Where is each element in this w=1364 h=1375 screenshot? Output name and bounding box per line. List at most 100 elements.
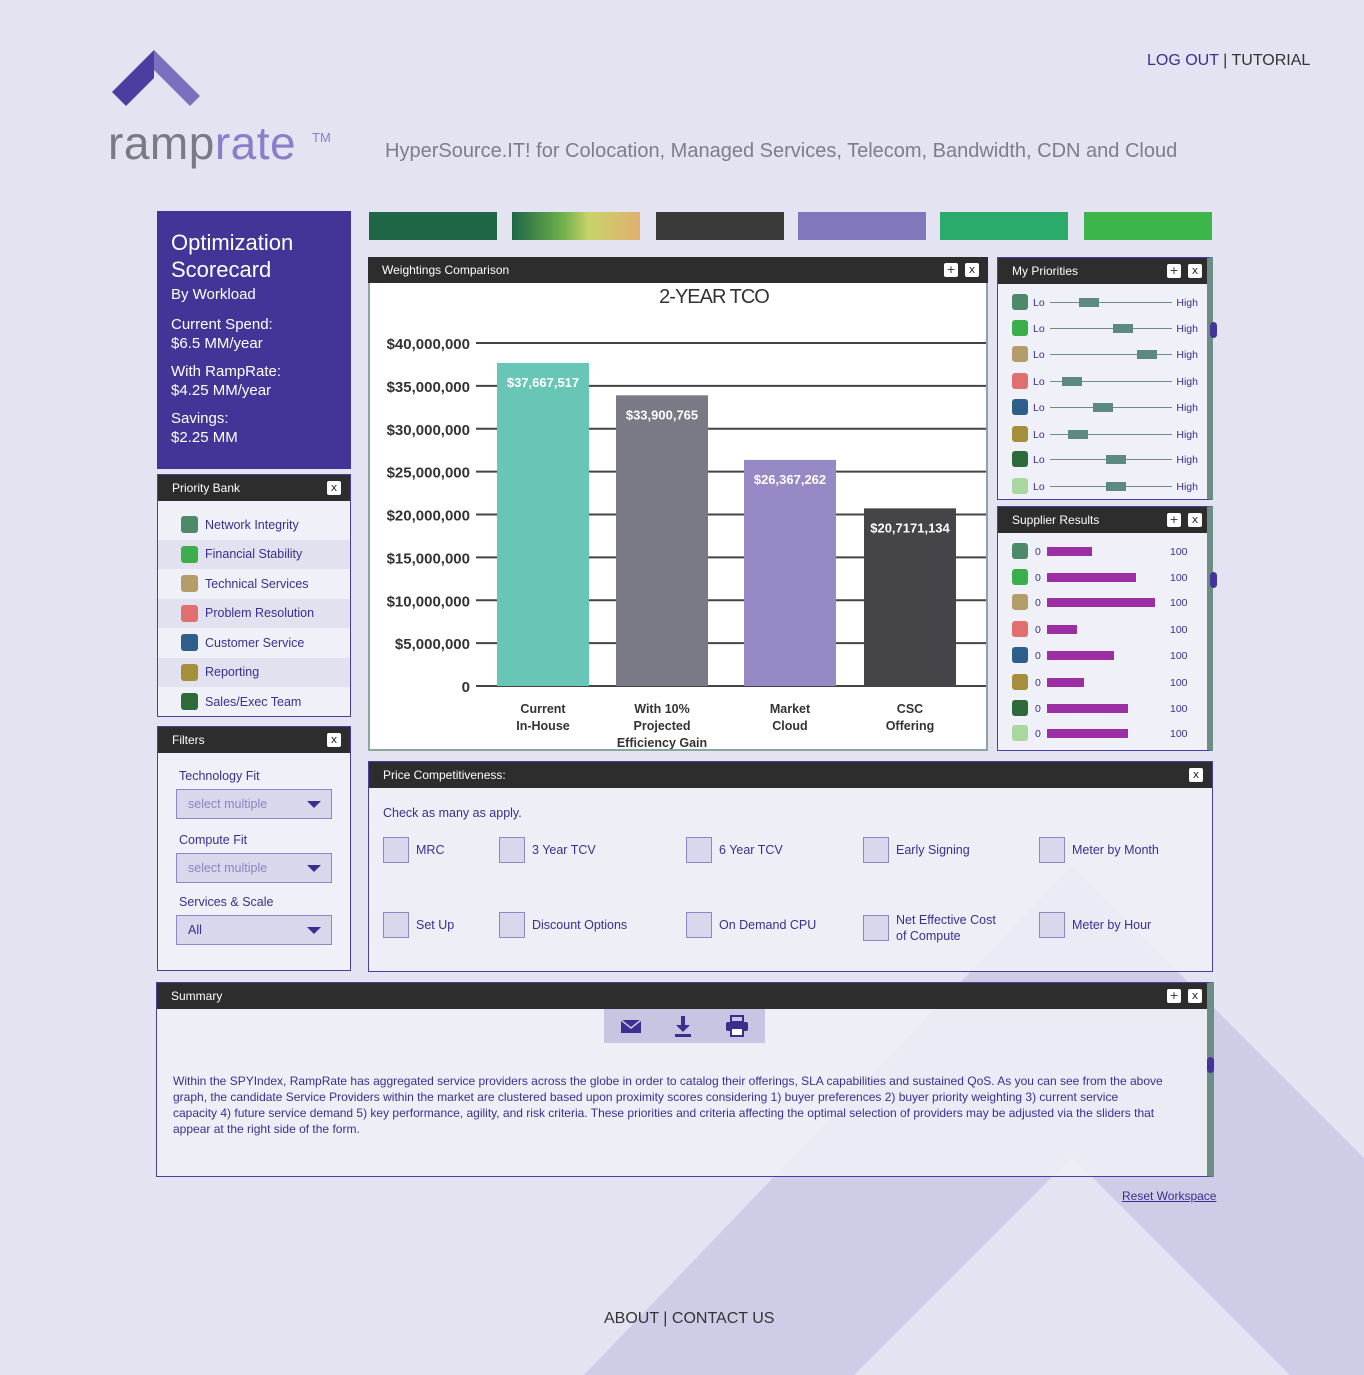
price-option[interactable]: Meter by Month [1039, 837, 1159, 863]
priority-bank-item-label: Sales/Exec Team [205, 694, 302, 709]
priority-slider-row: Lo High [1012, 373, 1202, 391]
bar [497, 363, 589, 686]
checkbox[interactable] [499, 837, 525, 863]
slider-handle[interactable] [1106, 482, 1127, 491]
price-option-label: Early Signing [896, 843, 970, 857]
slider-handle[interactable] [1092, 403, 1113, 412]
slider-handle[interactable] [1106, 455, 1127, 464]
priority-slider-row: Lo High [1012, 451, 1202, 469]
color-tab-2[interactable] [656, 212, 784, 240]
checkbox[interactable] [686, 837, 712, 863]
checkbox[interactable] [1039, 912, 1065, 938]
scorecard-subtitle: By Workload [171, 286, 256, 303]
criteria-icon [1012, 569, 1028, 585]
criteria-icon [1012, 621, 1028, 637]
my-priorities-expand-button[interactable]: + [1167, 264, 1181, 278]
price-option[interactable]: Meter by Hour [1039, 912, 1151, 938]
slider-handle[interactable] [1113, 324, 1134, 333]
contact-link[interactable]: CONTACT US [672, 1310, 775, 1327]
color-tab-4[interactable] [940, 212, 1068, 240]
result-bar [1047, 651, 1114, 660]
slider-handle[interactable] [1136, 350, 1157, 359]
slider-track[interactable] [1050, 302, 1172, 303]
summary-expand-button[interactable]: + [1167, 989, 1181, 1003]
chevron-down-icon [307, 801, 321, 808]
priority-bank-item[interactable]: Problem Resolution [158, 598, 350, 628]
scrollbar-thumb[interactable] [1210, 322, 1217, 338]
price-option[interactable]: Set Up [383, 912, 454, 938]
summary-close-button[interactable]: x [1188, 989, 1202, 1003]
checkbox[interactable] [383, 912, 409, 938]
tutorial-link[interactable]: TUTORIAL [1231, 52, 1310, 69]
checkbox[interactable] [1039, 837, 1065, 863]
price-option-label: 6 Year TCV [719, 843, 783, 857]
priority-bank-item[interactable]: Sales/Exec Team [158, 687, 350, 717]
services-scale-select[interactable]: All [176, 915, 332, 945]
wrench-icon [1012, 346, 1028, 362]
priority-bank-item[interactable]: Technical Services [158, 569, 350, 599]
weightings-expand-button[interactable]: + [944, 263, 958, 277]
email-icon[interactable] [620, 1018, 642, 1034]
price-close-button[interactable]: x [1189, 768, 1203, 782]
price-header: Price Competitiveness: x [369, 762, 1212, 788]
priority-bank-item[interactable]: Network Integrity [158, 510, 350, 540]
criteria-icon [1012, 700, 1028, 716]
compute-fit-value: select multiple [188, 861, 268, 875]
current-spend-value: $6.5 MM/year [171, 335, 263, 352]
priority-bank-title: Priority Bank [172, 481, 241, 495]
color-tab-5[interactable] [1084, 212, 1212, 240]
services-scale-value: All [188, 923, 202, 937]
color-tab-1[interactable] [369, 212, 497, 240]
checkbox[interactable] [863, 915, 889, 941]
color-tab-image[interactable] [512, 212, 640, 240]
print-icon[interactable] [725, 1015, 749, 1037]
y-tick-label: 0 [462, 679, 470, 696]
supplier-results-expand-button[interactable]: + [1167, 513, 1181, 527]
download-icon[interactable] [673, 1015, 693, 1037]
filters-close-button[interactable]: x [327, 733, 341, 747]
slider-handle[interactable] [1068, 430, 1089, 439]
supplier-results-close-button[interactable]: x [1188, 513, 1202, 527]
priority-bank-close-button[interactable]: x [327, 481, 341, 495]
price-option[interactable]: On Demand CPU [686, 912, 816, 938]
checkbox[interactable] [383, 837, 409, 863]
my-priorities-close-button[interactable]: x [1188, 264, 1202, 278]
priority-bank-item[interactable]: Financial Stability [158, 539, 350, 569]
priority-bank-item[interactable]: Reporting [158, 657, 350, 687]
criteria-icon [1012, 647, 1028, 663]
price-option[interactable]: Discount Options [499, 912, 627, 938]
color-tab-3[interactable] [798, 212, 926, 240]
y-tick-label: $5,000,000 [395, 636, 470, 653]
compute-fit-select[interactable]: select multiple [176, 853, 332, 883]
price-option-label: Discount Options [532, 918, 628, 932]
priority-bank-item[interactable]: Customer Service [158, 628, 350, 658]
supplier-results-panel: Supplier Results + x 0 100 0 100 0 100 0 100 0 10… [997, 506, 1217, 751]
price-option[interactable]: MRC [383, 837, 444, 863]
y-tick-label: $25,000,000 [387, 465, 470, 482]
reset-workspace-link[interactable]: Reset Workspace [1122, 1189, 1216, 1203]
price-option[interactable]: Net Effective Cost of Compute [863, 912, 996, 944]
result-min-label: 0 [1035, 677, 1041, 689]
filters-panel: Filters x Technology Fit select multiple… [157, 726, 351, 971]
lifebuoy-icon [181, 604, 198, 622]
checkbox[interactable] [499, 912, 525, 938]
scrollbar-thumb[interactable] [1207, 1057, 1214, 1073]
slider-handle[interactable] [1062, 377, 1083, 386]
scrollbar-thumb[interactable] [1210, 572, 1217, 588]
technology-fit-select[interactable]: select multiple [176, 789, 332, 819]
x-tick-label: Efficiency Gain [617, 736, 707, 749]
price-option[interactable]: 3 Year TCV [499, 837, 596, 863]
slider-track[interactable] [1050, 328, 1172, 329]
slider-hi-label: High [1176, 349, 1198, 361]
slider-handle[interactable] [1078, 298, 1099, 307]
technology-fit-value: select multiple [188, 797, 268, 811]
about-link[interactable]: ABOUT [604, 1310, 659, 1327]
logout-link[interactable]: LOG OUT [1147, 52, 1219, 69]
checkbox[interactable] [686, 912, 712, 938]
weightings-close-button[interactable]: x [965, 263, 979, 277]
price-option[interactable]: Early Signing [863, 837, 970, 863]
price-option[interactable]: 6 Year TCV [686, 837, 783, 863]
checkbox[interactable] [863, 837, 889, 863]
my-priorities-header: My Priorities + x [998, 258, 1207, 284]
price-intro: Check as many as apply. [383, 806, 522, 820]
